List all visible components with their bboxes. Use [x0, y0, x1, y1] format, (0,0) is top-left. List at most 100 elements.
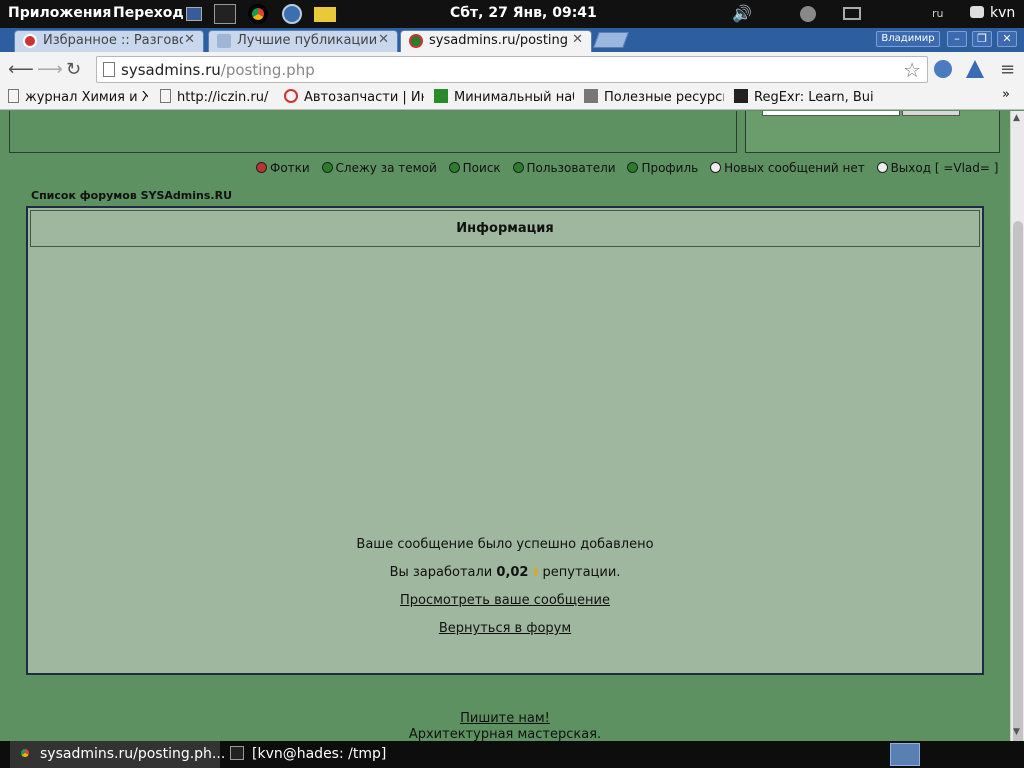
- bookmark-item[interactable]: журнал Химия и Жизнь: [8, 89, 148, 105]
- search-input[interactable]: [762, 111, 900, 116]
- extension-drive-icon[interactable]: [966, 60, 984, 78]
- workspace-switcher[interactable]: [890, 743, 920, 766]
- view-message-link[interactable]: Просмотреть ваше сообщение: [400, 593, 610, 608]
- minimize-icon[interactable]: –: [947, 31, 967, 47]
- chrome-icon: [18, 746, 32, 760]
- chrome-icon[interactable]: [248, 4, 268, 24]
- search-icon: [448, 162, 460, 173]
- nav-search[interactable]: Поиск: [448, 161, 501, 175]
- page-scrollbar[interactable]: ▲ ▼: [1010, 111, 1024, 761]
- nav-messages[interactable]: Новых сообщений нет: [710, 161, 865, 175]
- display-icon[interactable]: [843, 7, 861, 20]
- regexr-icon: [734, 89, 748, 103]
- page-viewport: Фотки Слежу за темой Поиск Пользователи …: [0, 111, 1010, 741]
- nav-profile[interactable]: Профиль: [627, 161, 698, 175]
- browser-toolbar: ⟵ ⟶ ↻ sysadmins.ru/posting.php ☆ ≡: [0, 52, 1024, 86]
- back-to-forum-link[interactable]: Вернуться в форум: [439, 621, 571, 636]
- tab-strip: Избранное :: Разговор ✕ Лучшие публикаци…: [0, 28, 1024, 52]
- taskbar-item-terminal[interactable]: [kvn@hades: /tmp]: [222, 741, 422, 768]
- extension-globe-icon[interactable]: [934, 60, 952, 78]
- page-icon: [8, 89, 19, 103]
- grid-icon: [434, 89, 448, 103]
- nav-watch[interactable]: Слежу за темой: [321, 161, 437, 175]
- tab-sysadmins-posting[interactable]: sysadmins.ru/posting ✕: [400, 30, 592, 52]
- bookmark-item[interactable]: RegExr: Learn, Build: [734, 89, 874, 105]
- write-us-link[interactable]: Пишите нам!: [460, 711, 550, 726]
- url-host: sysadmins.ru: [121, 61, 221, 79]
- scroll-thumb[interactable]: [1013, 221, 1023, 761]
- breadcrumb-forum-list[interactable]: Список форумов SYSAdmins.RU: [31, 189, 232, 202]
- back-icon[interactable]: ⟵: [8, 59, 34, 80]
- window-close-icon[interactable]: ✕: [997, 31, 1017, 47]
- bookmarks-bar: журнал Химия и Жизнь http://iczin.ru/ Ав…: [0, 86, 1024, 110]
- desktop-icon[interactable]: [186, 7, 202, 21]
- info-header: Информация: [30, 210, 980, 247]
- terminal-icon[interactable]: [214, 4, 236, 24]
- page-icon: [160, 89, 171, 103]
- users-icon: [512, 162, 524, 173]
- nav-logout[interactable]: Выход [ =Vlad= ]: [876, 161, 998, 175]
- page-icon: [103, 62, 115, 77]
- success-message: Ваше сообщение было успешно добавлено: [356, 537, 654, 552]
- resources-icon: [584, 89, 598, 103]
- places-menu[interactable]: Переход: [113, 5, 184, 21]
- top-panel: Приложения Переход Сбт, 27 Янв, 09:41 🔊 …: [0, 0, 1024, 28]
- scroll-up-icon[interactable]: ▲: [1013, 113, 1020, 123]
- terminal-icon: [230, 746, 244, 760]
- reputation-icon: ⬆: [530, 565, 541, 579]
- close-icon[interactable]: ✕: [572, 32, 583, 47]
- close-icon[interactable]: ✕: [378, 32, 389, 47]
- tab-favorites[interactable]: Избранное :: Разговор ✕: [14, 30, 204, 52]
- tab-best-posts[interactable]: Лучшие публикации ✕: [208, 30, 398, 52]
- tab-title: sysadmins.ru/posting: [429, 33, 569, 48]
- maximize-icon[interactable]: ❐: [972, 31, 992, 47]
- close-icon[interactable]: ✕: [184, 32, 195, 47]
- applications-menu[interactable]: Приложения: [8, 5, 111, 21]
- clock-icon: [876, 162, 888, 173]
- more-bookmarks-icon[interactable]: »: [1002, 87, 1010, 102]
- tab-favicon: [217, 34, 231, 48]
- menu-icon[interactable]: ≡: [1000, 59, 1015, 80]
- scroll-down-icon[interactable]: ▼: [1013, 727, 1020, 737]
- profile-icon: [627, 162, 639, 173]
- user-nav: Фотки Слежу за темой Поиск Пользователи …: [256, 161, 1006, 177]
- tab-title: Избранное :: Разговор: [43, 33, 183, 48]
- url-path: /posting.php: [220, 61, 315, 79]
- bookmark-item[interactable]: Автозапчасти | Интернет: [284, 89, 424, 105]
- tab-title: Лучшие публикации: [237, 33, 377, 48]
- tab-favicon: [409, 34, 423, 48]
- header-left-box: [9, 111, 737, 153]
- network-icon[interactable]: [800, 6, 816, 22]
- header-right-box: [745, 111, 1000, 153]
- thunderbird-icon[interactable]: [282, 4, 302, 24]
- bookmark-item[interactable]: Полезные ресурсы: [584, 89, 724, 105]
- reputation-message: Вы заработали 0,02 ⬆ репутации.: [389, 565, 621, 580]
- volume-icon[interactable]: 🔊: [732, 4, 752, 24]
- taskbar-item-chrome[interactable]: sysadmins.ru/posting.ph...: [10, 741, 225, 768]
- bookmark-item[interactable]: Минимальный набор: [434, 89, 574, 105]
- taskbar: sysadmins.ru/posting.ph... [kvn@hades: /…: [0, 741, 1024, 768]
- profile-button[interactable]: Владимир: [876, 31, 940, 47]
- envelope-icon: [710, 162, 722, 173]
- address-bar[interactable]: sysadmins.ru/posting.php ☆: [96, 56, 928, 83]
- reload-icon[interactable]: ↻: [66, 59, 81, 80]
- new-tab-button[interactable]: [593, 32, 629, 48]
- footer-credit: Архитектурная мастерская.: [408, 727, 602, 741]
- folder-icon[interactable]: [314, 7, 336, 22]
- reputation-value: 0,02: [496, 565, 529, 580]
- keyboard-layout[interactable]: ru: [932, 7, 944, 20]
- info-panel: Информация Ваше сообщение было успешно д…: [26, 206, 984, 675]
- bookmark-star-icon[interactable]: ☆: [903, 58, 921, 82]
- nav-photos[interactable]: Фотки: [256, 161, 310, 175]
- nav-users[interactable]: Пользователи: [512, 161, 616, 175]
- photos-icon: [256, 162, 267, 173]
- user-menu[interactable]: kvn: [990, 5, 1015, 21]
- search-button[interactable]: [902, 111, 960, 116]
- clock[interactable]: Сбт, 27 Янв, 09:41: [450, 5, 597, 21]
- forward-icon[interactable]: ⟶: [37, 59, 63, 80]
- chat-icon[interactable]: [970, 6, 984, 18]
- autoparts-icon: [284, 89, 298, 103]
- bookmark-item[interactable]: http://iczin.ru/: [160, 89, 274, 105]
- watch-icon: [321, 162, 333, 173]
- tab-favicon: [23, 34, 37, 48]
